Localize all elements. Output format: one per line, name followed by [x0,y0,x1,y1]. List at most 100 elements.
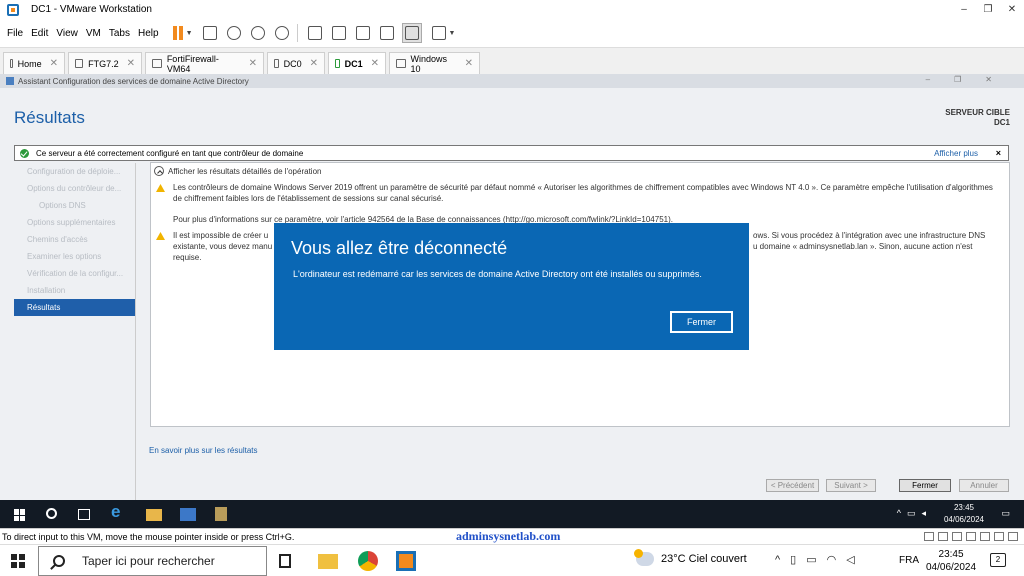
previous-button[interactable]: < Précédent [766,479,819,492]
host-time: 23:45 [938,549,964,560]
warning-text: Il est impossible de créer u [173,231,269,240]
full-screen-icon[interactable] [355,26,370,40]
minimize-button[interactable]: – [952,0,976,19]
chevron-down-icon[interactable]: ▼ [186,30,193,37]
tab-home[interactable]: Home ✕ [3,52,65,74]
close-icon[interactable]: ✕ [363,58,379,69]
display-icon [1008,532,1018,541]
wizard-title: Assistant Configuration des services de … [18,76,249,86]
nav-item-paths[interactable]: Chemins d'accès [14,231,136,248]
next-button[interactable]: Suivant > [826,479,876,492]
warning-text: Les contrôleurs de domaine Windows Serve… [173,183,993,203]
chevron-down-icon[interactable]: ▼ [449,30,456,37]
weather-widget[interactable]: 23°C Ciel couvert [634,549,747,566]
guest-time: 23:45 [953,503,974,512]
host-taskbar: Taper ici pour rechercher 23°C Ciel couv… [0,544,1024,576]
pause-icon[interactable] [172,26,183,40]
nav-item-dns-options[interactable]: Options DNS [14,197,136,214]
hard-disk-icon [924,532,934,541]
menu-tabs[interactable]: Tabs [105,28,134,39]
tab-dc1[interactable]: DC1 ✕ [328,52,386,74]
nav-item-prerequisites[interactable]: Vérification de la configur... [14,265,136,282]
task-view-icon[interactable] [78,509,90,520]
warning-icon [156,184,165,192]
tab-fortifirewall[interactable]: FortiFirewall-VM64 ✕ [145,52,264,74]
task-view-icon[interactable] [279,554,291,568]
console-view-button[interactable] [401,23,422,43]
printer-icon [994,532,1004,541]
file-explorer-icon[interactable] [146,509,162,521]
close-icon[interactable]: ✕ [457,58,473,69]
dialog-close-button[interactable]: Fermer [670,311,733,333]
close-icon[interactable]: × [996,148,1001,158]
server-icon [6,77,14,85]
restore-button[interactable]: ❐ [976,0,1000,19]
guest-clock[interactable]: 23:45 04/06/2024 [944,502,984,526]
dialog-title: Vous allez être déconnecté [291,238,508,258]
dialog-message: L'ordinateur est redémarré car les servi… [293,269,702,279]
guest-taskbar: e ^▭◂ 23:45 04/06/2024 ▭ [0,500,1024,528]
snapshot-icon[interactable] [226,26,241,40]
close-icon[interactable]: ✕ [119,58,135,69]
device-status-icons[interactable] [924,532,1018,541]
tab-label: FTG7.2 [88,58,119,69]
ad-tools-icon[interactable] [215,507,227,521]
show-more-link[interactable]: Afficher plus [934,149,978,158]
snapshot-manager-icon[interactable] [274,26,289,40]
host-date: 04/06/2024 [926,562,977,573]
signout-dialog: Vous allez être déconnecté L'ordinateur … [274,223,749,350]
nav-item-results[interactable]: Résultats [14,299,136,316]
windows-start-icon[interactable] [11,554,25,568]
learn-more-link[interactable]: En savoir plus sur les résultats [149,446,258,455]
menu-file[interactable]: File [0,28,27,39]
search-box[interactable]: Taper ici pour rechercher [38,546,267,576]
vmware-icon[interactable] [396,551,416,571]
tab-dc0[interactable]: DC0 ✕ [267,52,325,74]
system-tray-icons[interactable]: ^▯▭◠◁ [775,553,865,566]
tab-label: DC0 [283,58,302,69]
nav-item-additional-options[interactable]: Options supplémentaires [14,214,136,231]
stretch-icon[interactable] [431,26,446,40]
close-icon[interactable]: ✕ [241,58,257,69]
weather-text: 23°C Ciel couvert [661,553,747,565]
host-clock[interactable]: 23:45 04/06/2024 [926,548,976,574]
system-tray-icons[interactable]: ^▭◂ [897,508,932,519]
revert-snapshot-icon[interactable] [250,26,265,40]
vm-icon [75,59,84,68]
wizard-nav: Configuration de déploie... Options du c… [14,163,136,316]
tab-ftg72[interactable]: FTG7.2 ✕ [68,52,142,74]
close-button[interactable]: ✕ [1000,0,1024,19]
nav-item-dc-options[interactable]: Options du contrôleur de... [14,180,136,197]
menu-help[interactable]: Help [134,28,163,39]
thumbnail-bar-icon[interactable] [331,26,346,40]
windows-start-icon[interactable] [14,509,26,521]
nav-item-review-options[interactable]: Examiner les options [14,248,136,265]
menu-view[interactable]: View [52,28,82,39]
notification-icon[interactable]: ▭ [1001,508,1010,519]
close-wizard-button[interactable]: Fermer [899,479,951,492]
close-icon[interactable]: ✕ [302,58,318,69]
nav-item-deployment-config[interactable]: Configuration de déploie... [14,163,136,180]
tab-windows10[interactable]: Windows 10 ✕ [389,52,480,74]
server-manager-icon[interactable] [180,508,196,521]
search-icon[interactable] [46,508,57,519]
wizard-window-controls[interactable]: –❐✕ [926,75,1016,84]
menu-edit[interactable]: Edit [27,28,52,39]
tab-label: FortiFirewall-VM64 [166,53,219,74]
send-keys-icon[interactable] [202,26,217,40]
page-title: Résultats [14,108,85,127]
close-icon[interactable]: ✕ [42,58,58,69]
chrome-icon[interactable] [358,551,378,571]
details-toggle[interactable]: Afficher les résultats détaillés de l'op… [154,166,321,176]
menu-vm[interactable]: VM [82,28,105,39]
input-language[interactable]: FRA [899,555,919,566]
library-icon[interactable] [307,26,322,40]
file-explorer-icon[interactable] [318,554,338,569]
notification-icon[interactable]: 2 [990,553,1006,567]
tab-label: Home [17,58,42,69]
unity-icon[interactable] [379,26,394,40]
nav-item-installation[interactable]: Installation [14,282,136,299]
cancel-button[interactable]: Annuler [959,479,1009,492]
ie-browser-icon[interactable]: e [111,502,127,521]
vm-icon [396,59,406,68]
